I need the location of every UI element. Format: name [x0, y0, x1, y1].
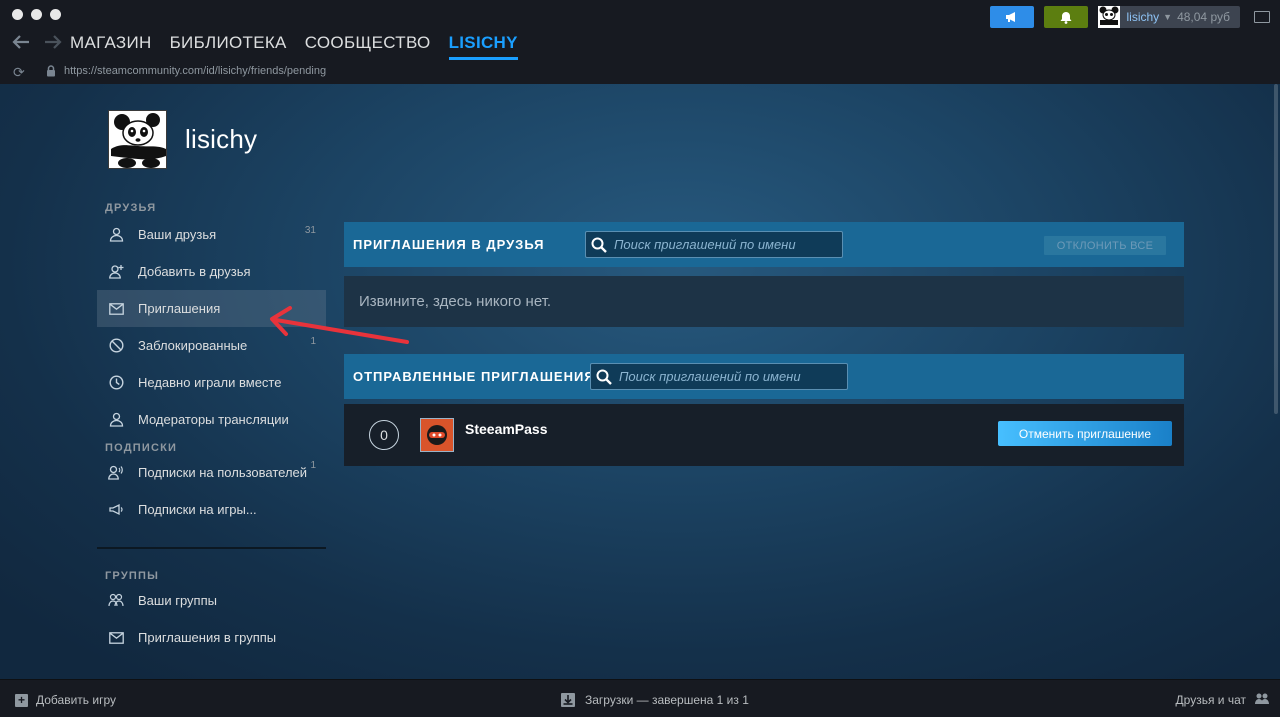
- friend-invites-header: ПРИГЛАШЕНИЯ В ДРУЗЬЯ ОТКЛОНИТЬ ВСЕ: [344, 222, 1184, 267]
- invites-search-input[interactable]: [614, 237, 834, 252]
- groups-icon: [108, 593, 124, 609]
- chevron-down-icon: ▼: [1163, 12, 1173, 22]
- nav-community[interactable]: СООБЩЕСТВО: [305, 33, 431, 60]
- friends-sidebar: ДРУЗЬЯ Ваши друзья 31 Добавить в друзья …: [97, 202, 326, 656]
- sent-search[interactable]: [590, 363, 848, 390]
- bottom-bar: + Добавить игру Загрузки — завершена 1 и…: [0, 679, 1280, 717]
- sidebar-item-recently-played[interactable]: Недавно играли вместе: [97, 364, 326, 401]
- sidebar-item-broadcast-moderators[interactable]: Модераторы трансляции: [97, 401, 326, 438]
- url-text[interactable]: https://steamcommunity.com/id/lisichy/fr…: [64, 65, 326, 77]
- sidebar-item-label: Приглашения: [138, 301, 221, 316]
- nav-library[interactable]: БИБЛИОТЕКА: [170, 33, 287, 60]
- sidebar-item-label: Модераторы трансляции: [138, 412, 289, 427]
- friends-chat-label: Друзья и чат: [1175, 692, 1246, 707]
- sidebar-item-your-groups[interactable]: Ваши группы: [97, 582, 326, 619]
- friends-section-heading: ДРУЗЬЯ: [105, 202, 157, 214]
- decline-all-button[interactable]: ОТКЛОНИТЬ ВСЕ: [1044, 236, 1166, 255]
- nav-store[interactable]: МАГАЗИН: [70, 33, 152, 60]
- sidebar-item-label: Приглашения в группы: [138, 630, 277, 645]
- sent-invite-row: 0 SteeamPass Отменить приглашение: [344, 404, 1184, 466]
- lock-icon: [47, 65, 55, 77]
- main-navigation: МАГАЗИН БИБЛИОТЕКА СООБЩЕСТВО LISICHY: [70, 33, 518, 60]
- wallet-balance: 48,04 руб: [1177, 10, 1230, 24]
- sidebar-item-label: Недавно играли вместе: [138, 375, 282, 390]
- back-arrow-icon[interactable]: [12, 34, 30, 50]
- envelope-icon: [108, 301, 124, 317]
- bell-icon: [1060, 11, 1072, 24]
- profile-header: lisichy: [108, 110, 257, 169]
- sidebar-item-label: Подписки на игры...: [138, 502, 257, 517]
- sidebar-item-group-invites[interactable]: Приглашения в группы: [97, 619, 326, 656]
- follow-user-icon: [108, 465, 124, 481]
- megaphone-icon: [1006, 12, 1016, 22]
- minimize-window-button[interactable]: [31, 9, 42, 20]
- sidebar-item-label: Добавить в друзья: [138, 264, 251, 279]
- maximize-window-button[interactable]: [50, 9, 61, 20]
- close-window-button[interactable]: [12, 9, 23, 20]
- page-content: lisichy ДРУЗЬЯ Ваши друзья 31 Добавить в…: [0, 84, 1280, 679]
- url-bar: ⟳ https://steamcommunity.com/id/lisichy/…: [0, 60, 1280, 84]
- add-game-button[interactable]: + Добавить игру: [15, 693, 116, 707]
- downloads-label: Загрузки — завершена 1 из 1: [585, 693, 749, 707]
- envelope-icon: [108, 630, 124, 646]
- sidebar-item-followed-games[interactable]: Подписки на игры...: [97, 491, 326, 528]
- ninja-icon: [427, 425, 447, 445]
- big-picture-icon[interactable]: [1254, 11, 1270, 23]
- forward-arrow-icon[interactable]: [44, 34, 62, 50]
- sent-invites-header: ОТПРАВЛЕННЫЕ ПРИГЛАШЕНИЯ: [344, 354, 1184, 399]
- profile-avatar[interactable]: [108, 110, 167, 169]
- sent-invites-title: ОТПРАВЛЕННЫЕ ПРИГЛАШЕНИЯ: [353, 369, 595, 384]
- avatar: [1098, 6, 1121, 28]
- search-icon: [591, 237, 607, 253]
- followed-users-count: 1: [310, 460, 316, 471]
- titlebar-actions: lisichy ▼ 48,04 руб: [990, 6, 1270, 28]
- scrollbar[interactable]: [1274, 84, 1278, 414]
- account-name: lisichy: [1126, 10, 1160, 24]
- megaphone-icon: [108, 502, 124, 518]
- window-controls: [12, 9, 61, 20]
- sidebar-item-followed-users[interactable]: Подписки на пользователей 1: [97, 454, 326, 491]
- sidebar-item-label: Подписки на пользователей: [138, 465, 308, 480]
- add-game-label: Добавить игру: [36, 693, 116, 707]
- add-person-icon: [108, 264, 124, 280]
- sent-search-input[interactable]: [619, 369, 839, 384]
- user-name[interactable]: SteeamPass: [465, 421, 548, 437]
- history-navigation: [12, 34, 62, 50]
- blocked-icon: [108, 338, 124, 354]
- cancel-invite-button[interactable]: Отменить приглашение: [998, 421, 1172, 446]
- account-menu[interactable]: lisichy ▼ 48,04 руб: [1098, 6, 1240, 28]
- sidebar-item-label: Ваши группы: [138, 593, 217, 608]
- subscriptions-section-heading: ПОДПИСКИ: [105, 442, 178, 454]
- person-icon: [108, 227, 124, 243]
- notifications-button[interactable]: [1044, 6, 1089, 28]
- friends-chat-button[interactable]: Друзья и чат: [1176, 692, 1270, 707]
- groups-section-heading: ГРУППЫ: [105, 570, 160, 582]
- user-avatar[interactable]: [420, 418, 454, 452]
- annotation-arrow-icon: [270, 306, 409, 344]
- sidebar-item-label: Ваши друзья: [138, 227, 217, 242]
- friends-count: 31: [304, 225, 316, 236]
- refresh-icon[interactable]: ⟳: [13, 64, 25, 81]
- friend-invites-title: ПРИГЛАШЕНИЯ В ДРУЗЬЯ: [353, 237, 545, 252]
- sidebar-item-add-friend[interactable]: Добавить в друзья: [97, 253, 326, 290]
- invites-empty-state: Извините, здесь никого нет.: [344, 276, 1184, 327]
- title-bar: МАГАЗИН БИБЛИОТЕКА СООБЩЕСТВО LISICHY li…: [0, 0, 1280, 60]
- moderator-icon: [108, 412, 124, 428]
- search-icon: [596, 369, 612, 385]
- clock-icon: [108, 375, 124, 391]
- download-icon: [561, 693, 575, 707]
- sidebar-item-label: Заблокированные: [138, 338, 248, 353]
- steam-level-badge: 0: [369, 420, 399, 450]
- profile-name[interactable]: lisichy: [185, 124, 257, 155]
- nav-profile[interactable]: LISICHY: [448, 33, 518, 60]
- downloads-status[interactable]: Загрузки — завершена 1 из 1: [561, 693, 749, 707]
- sidebar-item-your-friends[interactable]: Ваши друзья 31: [97, 216, 326, 253]
- invites-search[interactable]: [585, 231, 843, 258]
- friends-chat-icon: [1255, 693, 1269, 704]
- plus-icon: +: [15, 693, 28, 707]
- announcements-button[interactable]: [990, 6, 1035, 28]
